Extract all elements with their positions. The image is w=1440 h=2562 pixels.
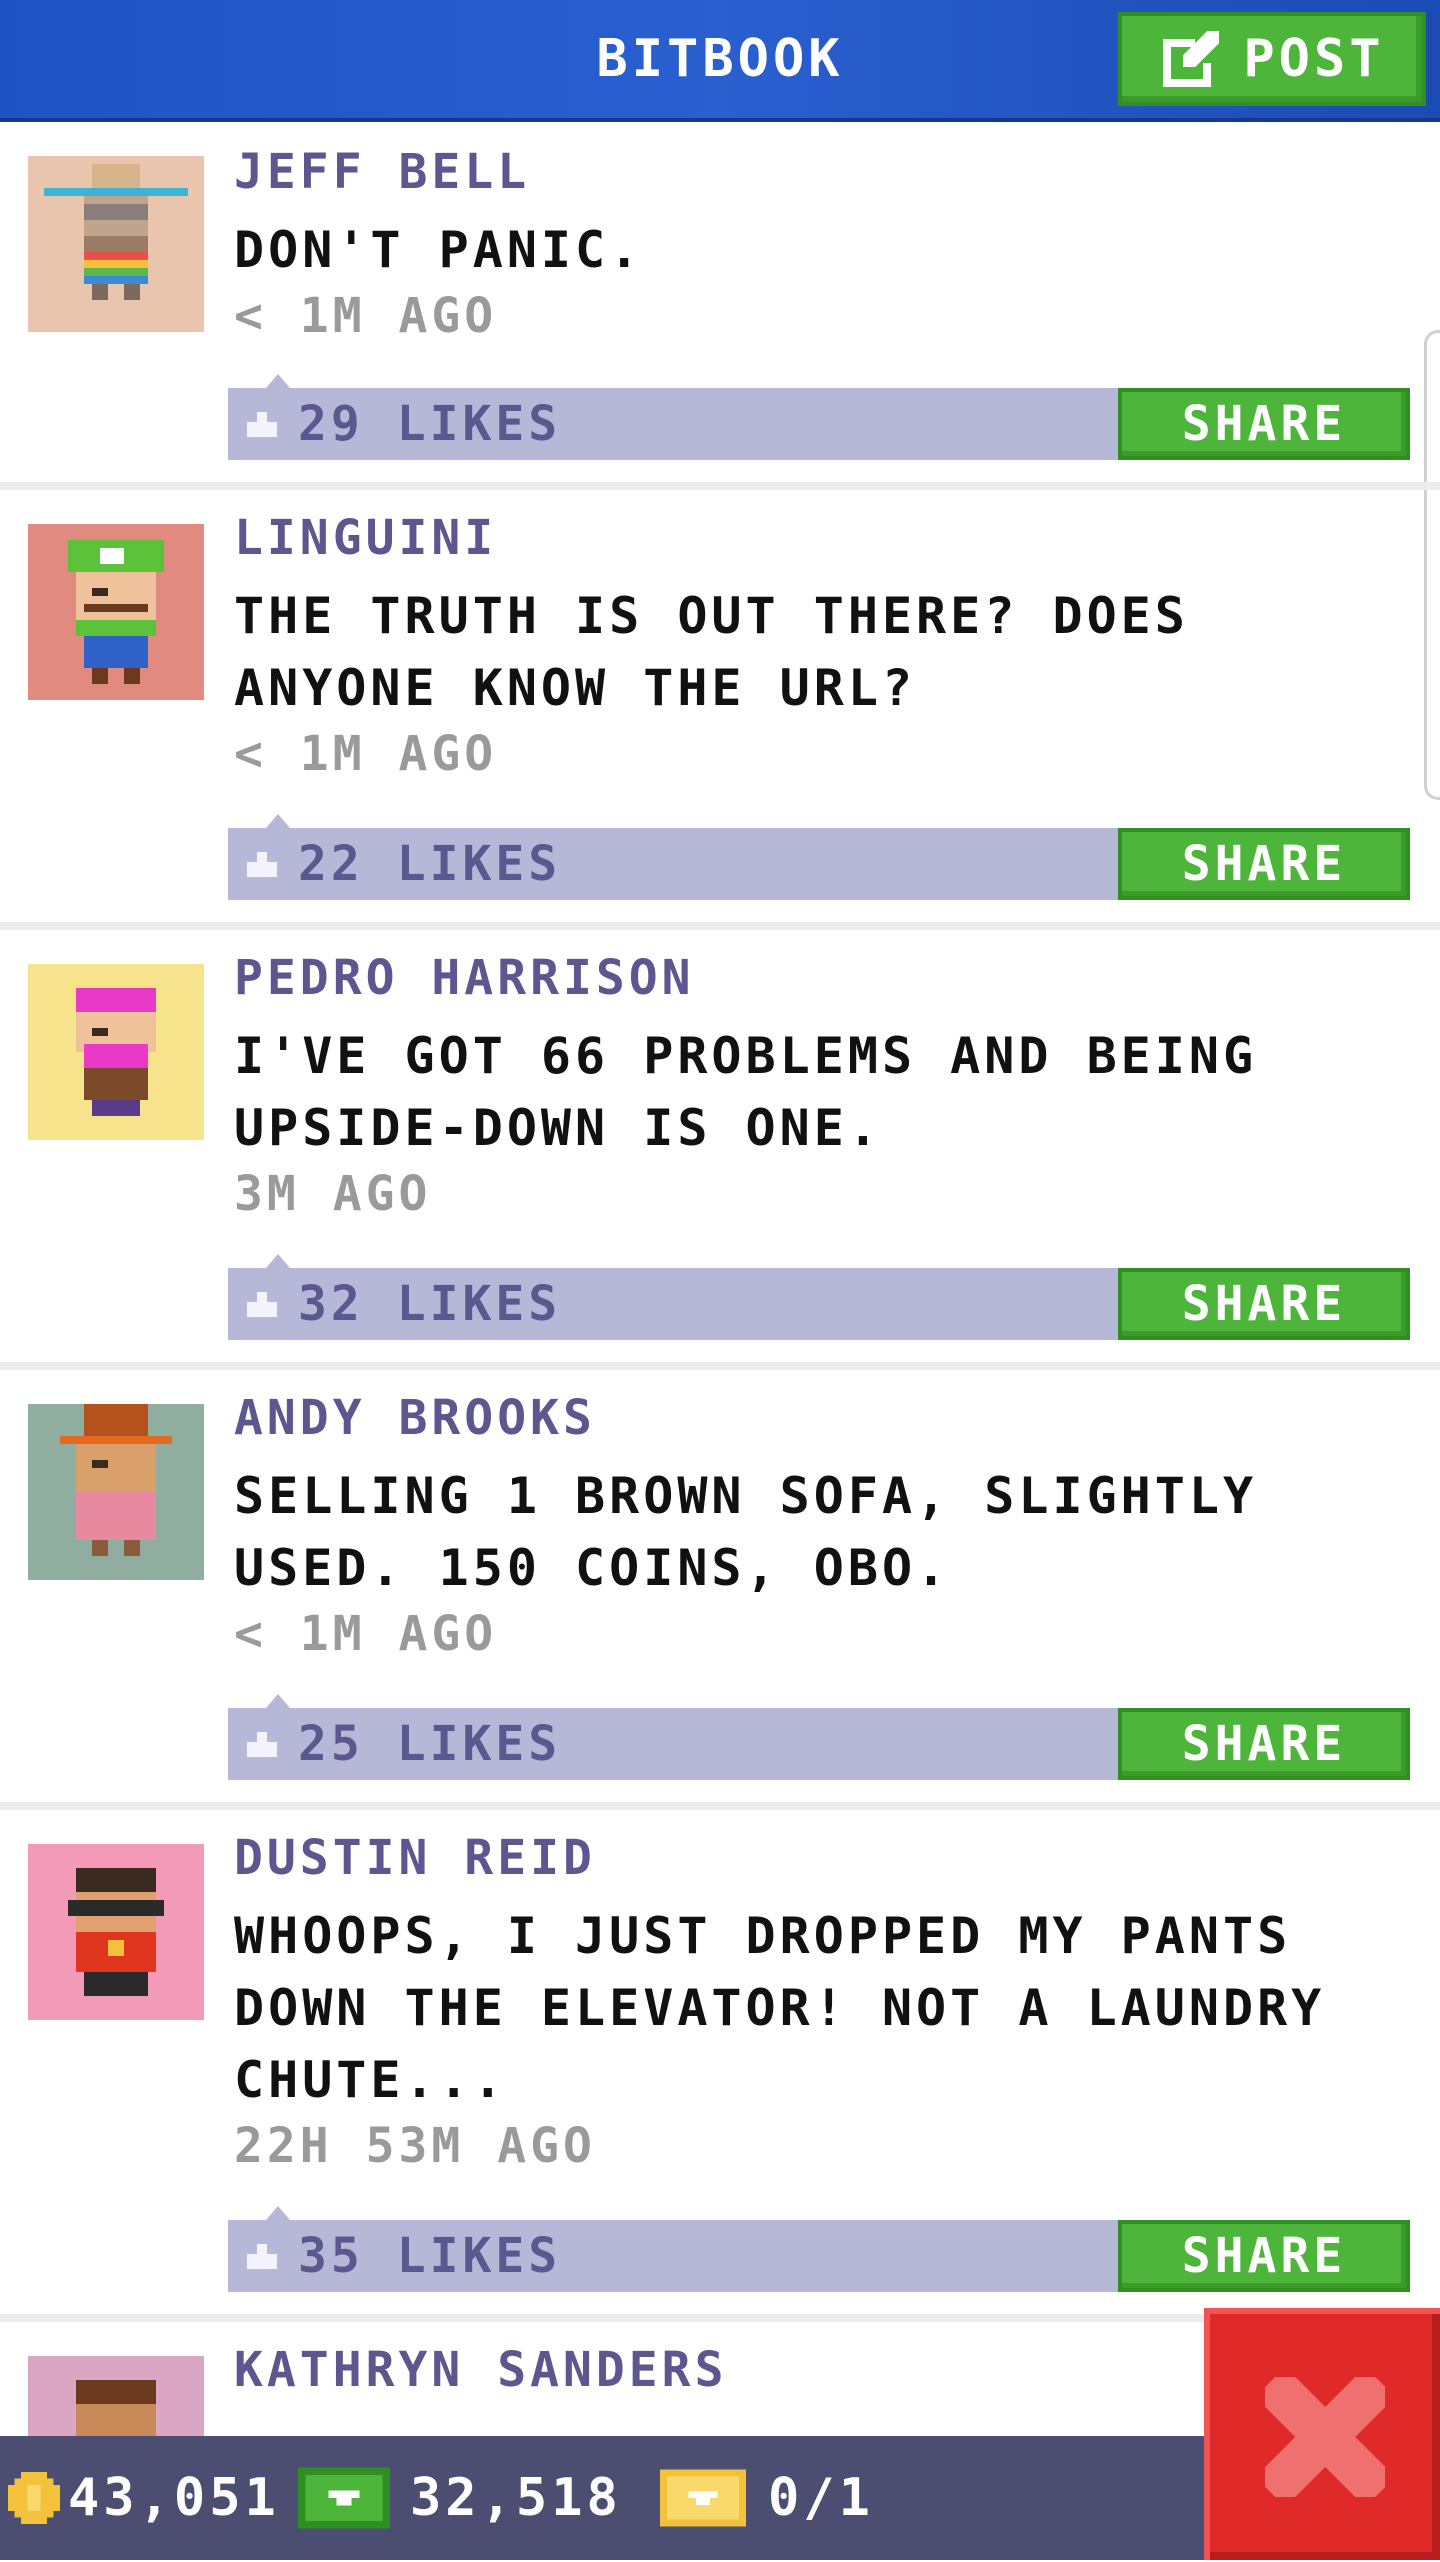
post-time: 3M AGO [234, 1166, 432, 1222]
post-message: WHOOPS, I JUST DROPPED MY PANTS DOWN THE… [234, 1907, 1326, 2109]
coin-icon [8, 2472, 60, 2524]
likes-bar: 32 LIKES SHARE [228, 1254, 1410, 1340]
like-icon[interactable] [242, 2234, 282, 2274]
like-icon[interactable] [242, 1282, 282, 1322]
feed-post: ANDY BROOKS SELLING 1 BROWN SOFA, SLIGHT… [0, 1370, 1440, 1810]
share-button[interactable]: SHARE [1118, 1708, 1410, 1780]
post-author[interactable]: PEDRO HARRISON [234, 950, 695, 1006]
feed-post: DUSTIN REID WHOOPS, I JUST DROPPED MY PA… [0, 1810, 1440, 2322]
post-author[interactable]: JEFF BELL [234, 144, 530, 200]
likes-count: 29 LIKES [298, 396, 562, 452]
coins-value: 43,051 [68, 2468, 280, 2528]
avatar-andy-brooks [28, 1404, 204, 1580]
post-author[interactable]: DUSTIN REID [234, 1830, 596, 1886]
likes-count: 25 LIKES [298, 1716, 562, 1772]
like-icon[interactable] [242, 402, 282, 442]
avatar [28, 1404, 204, 1580]
likes-bar: 22 LIKES SHARE [228, 814, 1410, 900]
header-bar: BITBOOK POST [0, 0, 1440, 122]
avatar [28, 1844, 204, 2020]
like-icon[interactable] [242, 1722, 282, 1762]
likes-bar: 25 LIKES SHARE [228, 1694, 1410, 1780]
post-button[interactable]: POST [1118, 12, 1426, 106]
likes-count: 22 LIKES [298, 836, 562, 892]
avatar [28, 524, 204, 700]
share-button[interactable]: SHARE [1118, 2220, 1410, 2292]
compose-icon [1163, 31, 1220, 87]
avatar-pedro-harrison [28, 964, 204, 1140]
avatar [28, 964, 204, 1140]
likes-bar: 29 LIKES SHARE [228, 374, 1410, 460]
tickets-value: 0/1 [768, 2468, 874, 2528]
bux-icon [298, 2467, 390, 2529]
close-icon [1265, 2377, 1385, 2497]
post-message: DON'T PANIC. [234, 221, 644, 279]
post-time: 22H 53M AGO [234, 2118, 596, 2174]
share-button[interactable]: SHARE [1118, 388, 1410, 460]
share-button[interactable]: SHARE [1118, 828, 1410, 900]
post-time: < 1M AGO [234, 1606, 498, 1662]
post-button-label: POST [1243, 29, 1385, 89]
post-time: < 1M AGO [234, 726, 498, 782]
like-icon[interactable] [242, 842, 282, 882]
likes-count: 35 LIKES [298, 2228, 562, 2284]
post-message: SELLING 1 BROWN SOFA, SLIGHTLY USED. 150… [234, 1467, 1258, 1597]
feed-post: PEDRO HARRISON I'VE GOT 66 PROBLEMS AND … [0, 930, 1440, 1370]
share-button[interactable]: SHARE [1118, 1268, 1410, 1340]
avatar [28, 156, 204, 332]
feed-post: LINGUINI THE TRUTH IS OUT THERE? DOES AN… [0, 490, 1440, 930]
post-message: THE TRUTH IS OUT THERE? DOES ANYONE KNOW… [234, 587, 1189, 717]
likes-count: 32 LIKES [298, 1276, 562, 1332]
close-button[interactable] [1204, 2308, 1440, 2560]
feed-post: JEFF BELL DON'T PANIC. < 1M AGO 29 LIKES… [0, 124, 1440, 490]
ticket-icon [660, 2469, 746, 2527]
avatar-dustin-reid [28, 1844, 204, 2020]
post-message: I'VE GOT 66 PROBLEMS AND BEING UPSIDE-DO… [234, 1027, 1258, 1157]
post-author[interactable]: ANDY BROOKS [234, 1390, 596, 1446]
post-author[interactable]: KATHRYN SANDERS [234, 2342, 727, 2398]
avatar-linguini [28, 524, 204, 700]
likes-bar: 35 LIKES SHARE [228, 2206, 1410, 2292]
tickets-stat: 0/1 [660, 2436, 874, 2560]
avatar-jeff-bell [28, 156, 204, 332]
bux-value: 32,518 [410, 2468, 622, 2528]
coins-stat: 43,051 [8, 2436, 280, 2560]
post-author[interactable]: LINGUINI [234, 510, 497, 566]
bux-stat: 32,518 [298, 2436, 622, 2560]
post-time: < 1M AGO [234, 288, 498, 344]
